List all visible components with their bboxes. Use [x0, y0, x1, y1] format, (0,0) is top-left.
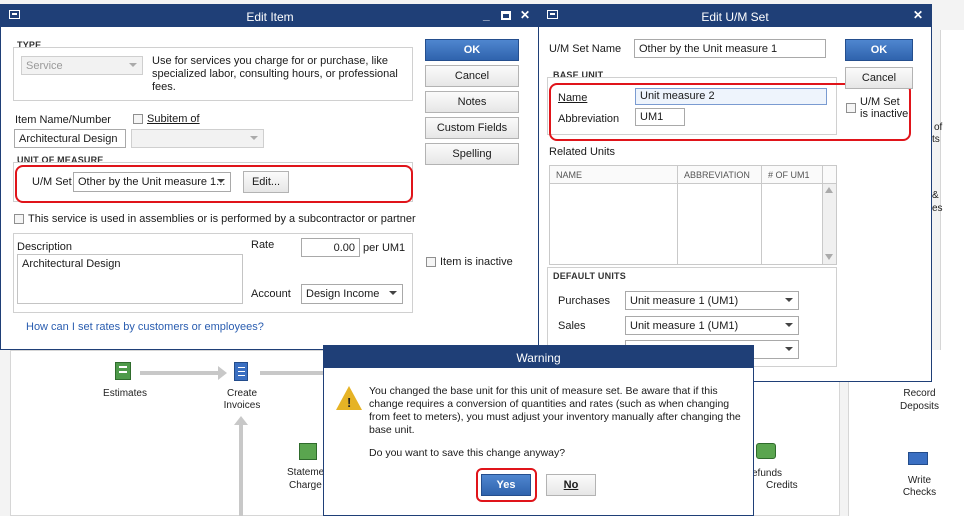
refunds-credits-button[interactable]: efunds Credits [752, 443, 812, 493]
chevron-down-icon [250, 136, 258, 140]
create-invoices-button[interactable]: Create Invoices [212, 360, 272, 415]
edit-um-dialog: Edit U/M Set ✕ U/M Set Name Other by the… [538, 4, 932, 382]
account-select[interactable]: Design Income [301, 284, 403, 304]
um-ok-button[interactable]: OK [845, 39, 913, 61]
chevron-down-icon [785, 347, 793, 351]
flow-arrow [239, 425, 243, 516]
chevron-down-icon [129, 63, 137, 67]
um-set-name-label: U/M Set Name [549, 43, 622, 55]
warning-titlebar[interactable]: Warning [324, 346, 753, 368]
chevron-down-icon [389, 291, 397, 295]
warning-message: You changed the base unit for this unit … [369, 385, 741, 436]
write-checks-button[interactable]: Write Checks [892, 448, 952, 500]
item-name-input[interactable]: Architectural Design [14, 129, 126, 148]
yes-highlight [476, 468, 537, 502]
purchases-label: Purchases [558, 295, 610, 307]
assembly-checkbox-label: This service is used in assemblies or is… [28, 213, 416, 225]
write-checks-icon [908, 452, 928, 465]
table-scrollbar[interactable] [823, 184, 836, 264]
refunds-icon [756, 443, 776, 459]
related-units-label: Related Units [549, 146, 616, 158]
item-inactive-label: Item is inactive [440, 256, 513, 268]
warning-title: Warning [516, 351, 561, 365]
edit-um-title: Edit U/M Set [701, 10, 769, 24]
statement-charges-button[interactable]: Stateme Charge [285, 443, 325, 493]
purchases-select[interactable]: Unit measure 1 (UM1) [625, 291, 799, 310]
custom-fields-button[interactable]: Custom Fields [425, 117, 519, 139]
base-unit-highlight [549, 83, 911, 141]
subitem-select[interactable] [131, 129, 264, 148]
no-button[interactable]: No [546, 474, 596, 496]
estimates-icon [115, 362, 131, 380]
rate-input[interactable]: 0.00 [301, 238, 360, 257]
maximize-icon[interactable] [501, 11, 511, 20]
sales-select[interactable]: Unit measure 1 (UM1) [625, 316, 799, 335]
edit-um-titlebar[interactable]: Edit U/M Set ✕ [539, 5, 931, 27]
warning-question: Do you want to save this change anyway? [369, 447, 566, 459]
close-icon[interactable]: ✕ [913, 8, 923, 22]
minimize-icon[interactable]: _ [483, 8, 490, 22]
um-set-name-input[interactable]: Other by the Unit measure 1 [634, 39, 826, 58]
um-cancel-button[interactable]: Cancel [845, 67, 913, 89]
edit-item-titlebar[interactable]: Edit Item _ ✕ [1, 5, 539, 27]
scroll-up-icon[interactable] [825, 187, 833, 193]
ok-button[interactable]: OK [425, 39, 519, 61]
column-count[interactable]: # OF UM1 [768, 170, 810, 180]
chevron-down-icon [785, 323, 793, 327]
close-icon[interactable]: ✕ [520, 8, 530, 22]
type-select[interactable]: Service [21, 56, 143, 75]
subitem-checkbox[interactable] [133, 114, 143, 124]
rates-help-link[interactable]: How can I set rates by customers or empl… [26, 321, 264, 333]
item-name-label: Item Name/Number [15, 114, 111, 126]
notes-button[interactable]: Notes [425, 91, 519, 113]
uom-highlight [15, 165, 413, 203]
description-label: Description [17, 241, 73, 253]
rate-label: Rate [251, 239, 275, 251]
estimates-button[interactable]: Estimates [95, 360, 155, 405]
assembly-checkbox[interactable] [14, 214, 24, 224]
related-units-table[interactable]: NAME ABBREVIATION # OF UM1 [549, 165, 837, 265]
per-unit-label: per UM1 [363, 242, 406, 254]
subitem-label: Subitem of [147, 113, 200, 125]
warning-dialog: Warning ! You changed the base unit for … [323, 345, 754, 516]
description-textarea[interactable]: Architectural Design [17, 254, 243, 304]
invoice-icon [234, 362, 248, 381]
column-name[interactable]: NAME [556, 170, 582, 180]
edit-item-title: Edit Item [246, 10, 294, 24]
account-label: Account [251, 288, 291, 300]
statement-icon [299, 443, 317, 460]
create-invoices-label: Create Invoices [223, 388, 261, 411]
record-deposits-button[interactable]: Record Deposits [892, 388, 952, 418]
edit-item-dialog: Edit Item _ ✕ TYPE Service Use for servi… [0, 4, 540, 350]
sales-label: Sales [558, 320, 586, 332]
cancel-button[interactable]: Cancel [425, 65, 519, 87]
scroll-down-icon[interactable] [825, 254, 833, 260]
chevron-down-icon [785, 298, 793, 302]
default-units-section-label: DEFAULT UNITS [553, 271, 626, 281]
spelling-button[interactable]: Spelling [425, 143, 519, 165]
item-inactive-checkbox[interactable] [426, 257, 436, 267]
column-abbreviation[interactable]: ABBREVIATION [684, 170, 750, 180]
estimates-label: Estimates [103, 388, 147, 399]
type-description: Use for services you charge for or purch… [152, 55, 398, 93]
